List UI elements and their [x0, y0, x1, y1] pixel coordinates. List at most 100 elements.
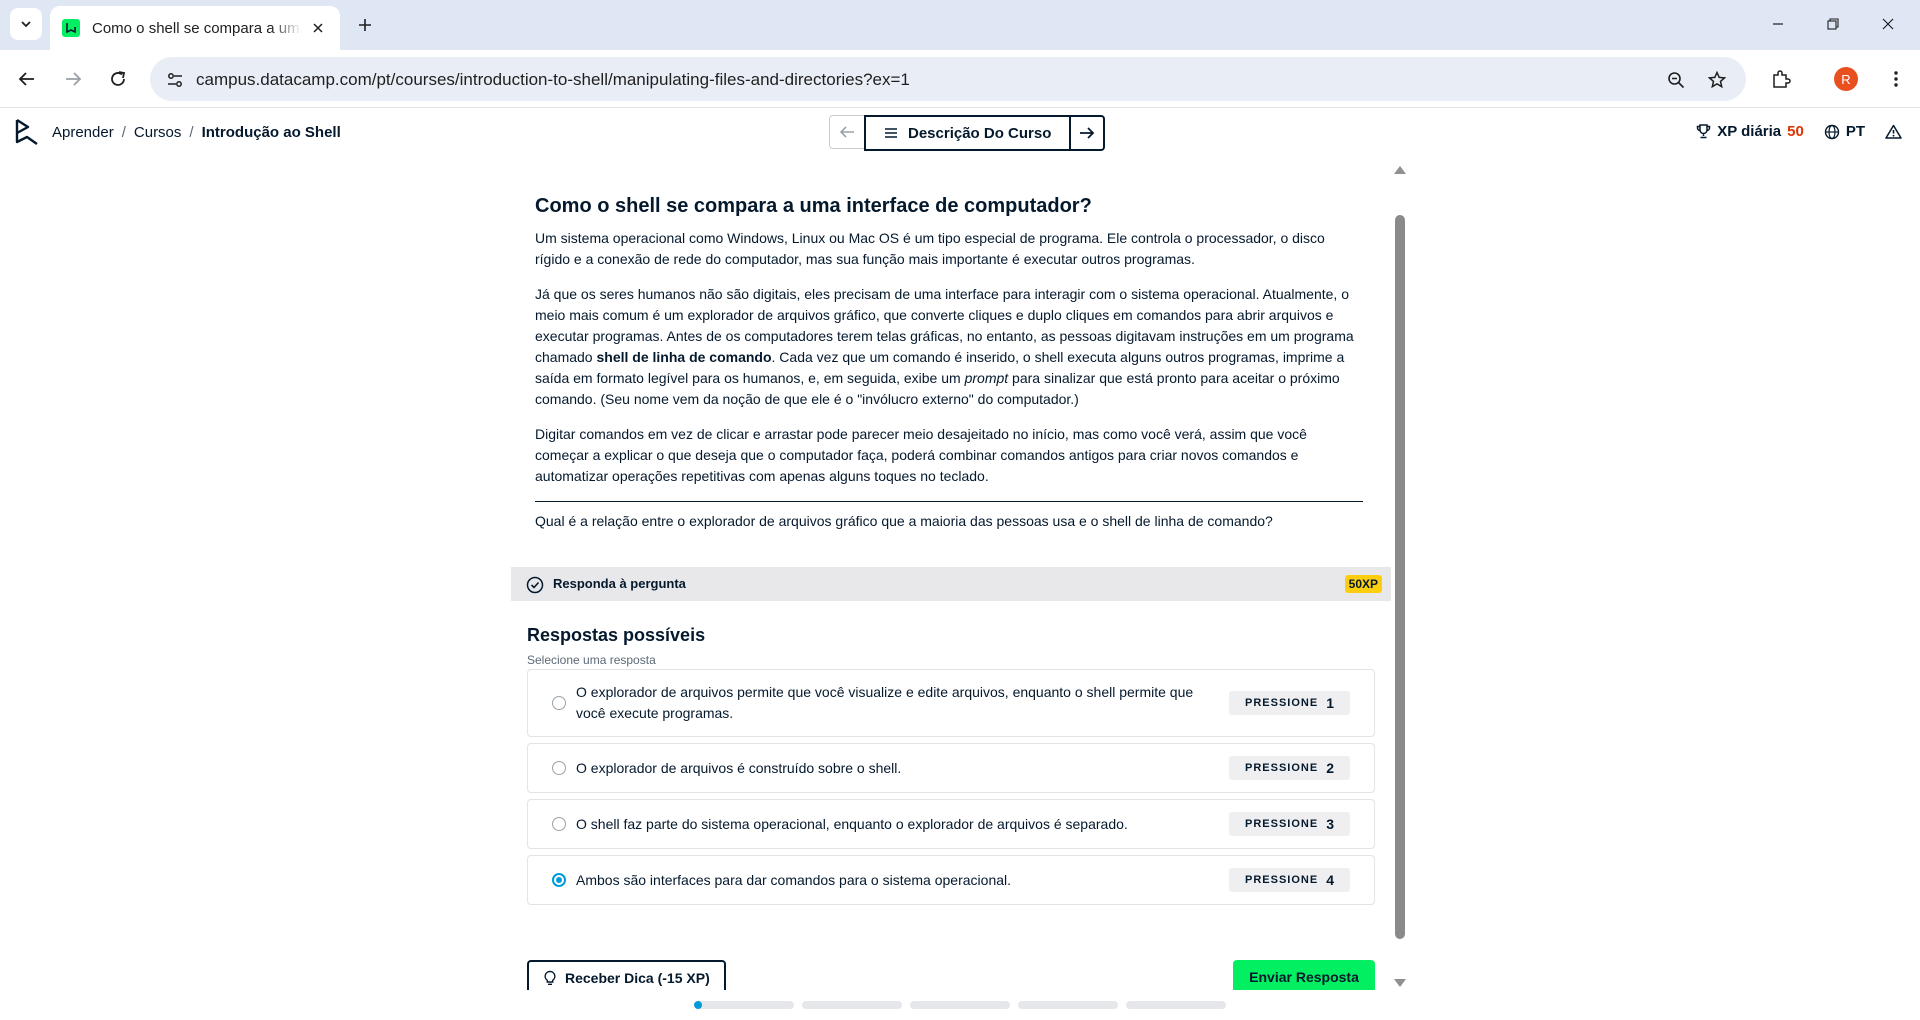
progress-fill — [694, 1001, 702, 1009]
exercise-panel: Como o shell se compara a uma interface … — [511, 163, 1391, 990]
browser-toolbar: campus.datacamp.com/pt/courses/introduct… — [0, 50, 1920, 108]
lightbulb-icon — [544, 970, 556, 985]
answer-option-1[interactable]: O explorador de arquivos permite que voc… — [527, 669, 1375, 737]
close-tab-icon[interactable] — [308, 18, 328, 38]
next-exercise-button[interactable] — [1071, 115, 1106, 151]
bookmark-star-icon[interactable] — [1704, 67, 1730, 93]
answer-question-label: Responda à pergunta — [553, 576, 686, 591]
breadcrumb-separator: / — [189, 124, 194, 141]
globe-icon — [1824, 124, 1840, 139]
answer-option-2[interactable]: O explorador de arquivos é construído so… — [527, 743, 1375, 793]
radio-button[interactable] — [552, 696, 566, 710]
exercise-title: Como o shell se compara a uma interface … — [535, 195, 1092, 217]
shortcut-label: PRESSIONE — [1245, 762, 1319, 774]
answer-option-4[interactable]: Ambos são interfaces para dar comandos p… — [527, 855, 1375, 905]
scroll-thumb[interactable] — [1395, 215, 1405, 939]
language-selector[interactable]: PT — [1824, 123, 1865, 140]
close-window-icon[interactable] — [1865, 9, 1911, 39]
keyboard-shortcut: PRESSIONE 3 — [1229, 812, 1350, 836]
exercise-content: Como o shell se compara a uma interface … — [535, 192, 1363, 546]
answer-option-text: O explorador de arquivos é construído so… — [576, 759, 902, 776]
xp-badge: 50XP — [1344, 575, 1382, 593]
daily-xp-label: XP diária — [1717, 123, 1782, 140]
answer-option-3[interactable]: O shell faz parte do sistema operacional… — [527, 799, 1375, 849]
keyboard-shortcut: PRESSIONE 1 — [1229, 691, 1350, 715]
answers-heading: Respostas possíveis — [527, 625, 706, 645]
arrow-right-icon — [1080, 127, 1095, 139]
zoom-icon[interactable] — [1663, 67, 1689, 93]
get-hint-button[interactable]: Receber Dica (-15 XP) — [527, 960, 726, 990]
previous-exercise-button[interactable] — [829, 115, 865, 149]
possible-answers: Respostas possíveis Selecione uma respos… — [527, 623, 1375, 911]
tab-search-button[interactable] — [10, 8, 42, 40]
active-tab[interactable]: Como o shell se compara a uma interface … — [50, 6, 340, 50]
panel-scrollbar[interactable] — [1391, 163, 1409, 990]
daily-xp[interactable]: XP diária 50 — [1696, 123, 1804, 140]
question-text: Qual é a relação entre o explorador de a… — [535, 513, 1273, 529]
answer-option-text: Ambos são interfaces para dar comandos p… — [576, 871, 1012, 888]
breadcrumb-courses[interactable]: Cursos — [134, 124, 182, 141]
keyboard-shortcut: PRESSIONE 4 — [1229, 868, 1350, 892]
address-bar[interactable]: campus.datacamp.com/pt/courses/introduct… — [150, 57, 1746, 101]
breadcrumb-learn[interactable]: Aprender — [52, 124, 114, 141]
menu-lines-icon — [885, 128, 897, 138]
paragraph-3: Digitar comandos em vez de clicar e arra… — [535, 426, 1307, 484]
divider — [535, 501, 1363, 502]
report-issue-button[interactable] — [1885, 124, 1902, 139]
course-description-label: Descrição Do Curso — [908, 124, 1052, 142]
shortcut-key: 1 — [1326, 695, 1334, 711]
shortcut-key: 2 — [1326, 760, 1334, 776]
progress-segment — [1018, 1001, 1118, 1009]
radio-button[interactable] — [552, 761, 566, 775]
app-header: Aprender / Cursos / Introdução ao Shell … — [0, 108, 1920, 158]
datacamp-favicon — [62, 19, 80, 37]
datacamp-logo-icon[interactable] — [14, 118, 40, 148]
answer-option-text: O shell faz parte do sistema operacional… — [576, 815, 1128, 832]
course-navigation: Descrição Do Curso — [829, 115, 1106, 151]
exercise-progress — [694, 1001, 1226, 1009]
forward-icon[interactable] — [56, 62, 90, 96]
progress-segment — [910, 1001, 1010, 1009]
restore-icon[interactable] — [1810, 9, 1856, 39]
breadcrumb: Aprender / Cursos / Introdução ao Shell — [52, 124, 341, 141]
paragraph-2: Já que os seres humanos não são digitais… — [535, 284, 1363, 410]
answer-options: O explorador de arquivos permite que voc… — [527, 669, 1375, 905]
paragraph-2-bold: shell de linha de comando — [596, 349, 772, 365]
radio-button-selected[interactable] — [552, 873, 566, 887]
breadcrumb-separator: / — [121, 124, 126, 141]
paragraph-2-italic: prompt — [964, 370, 1009, 386]
back-icon[interactable] — [10, 62, 44, 96]
new-tab-icon[interactable] — [352, 12, 378, 38]
shortcut-label: PRESSIONE — [1245, 818, 1319, 830]
breadcrumb-current-course[interactable]: Introdução ao Shell — [202, 124, 341, 141]
reload-icon[interactable] — [101, 62, 135, 96]
site-info-icon[interactable] — [162, 67, 188, 93]
arrow-left-icon — [839, 126, 854, 138]
url-text: campus.datacamp.com/pt/courses/introduct… — [196, 70, 910, 89]
answer-option-text: O explorador de arquivos permite que voc… — [576, 684, 1194, 721]
tab-title: Como o shell se compara a uma interface … — [92, 19, 302, 37]
keyboard-shortcut: PRESSIONE 2 — [1229, 756, 1350, 780]
scroll-down-arrow-icon[interactable] — [1394, 979, 1406, 987]
submit-answer-button[interactable]: Enviar Resposta — [1233, 960, 1375, 990]
progress-segment — [1126, 1001, 1226, 1009]
progress-segment — [694, 1001, 794, 1009]
shortcut-key: 4 — [1326, 872, 1334, 888]
radio-button[interactable] — [552, 817, 566, 831]
shortcut-key: 3 — [1326, 816, 1334, 832]
check-circle-icon — [526, 576, 544, 594]
warning-icon — [1885, 124, 1902, 139]
chevron-down-icon — [21, 21, 31, 28]
get-hint-label: Receber Dica (-15 XP) — [565, 970, 710, 986]
progress-segment — [802, 1001, 902, 1009]
course-description-button[interactable]: Descrição Do Curso — [864, 115, 1072, 151]
language-label: PT — [1845, 123, 1865, 140]
minimize-icon[interactable] — [1755, 9, 1801, 39]
scroll-up-arrow-icon[interactable] — [1394, 166, 1406, 174]
answer-question-bar: Responda à pergunta 50XP — [511, 567, 1391, 601]
daily-xp-value: 50 — [1787, 123, 1804, 140]
profile-avatar[interactable]: R — [1834, 67, 1858, 91]
extensions-icon[interactable] — [1767, 65, 1795, 93]
answers-hint: Selecione uma resposta — [527, 653, 656, 667]
browser-menu-icon[interactable] — [1884, 65, 1908, 93]
